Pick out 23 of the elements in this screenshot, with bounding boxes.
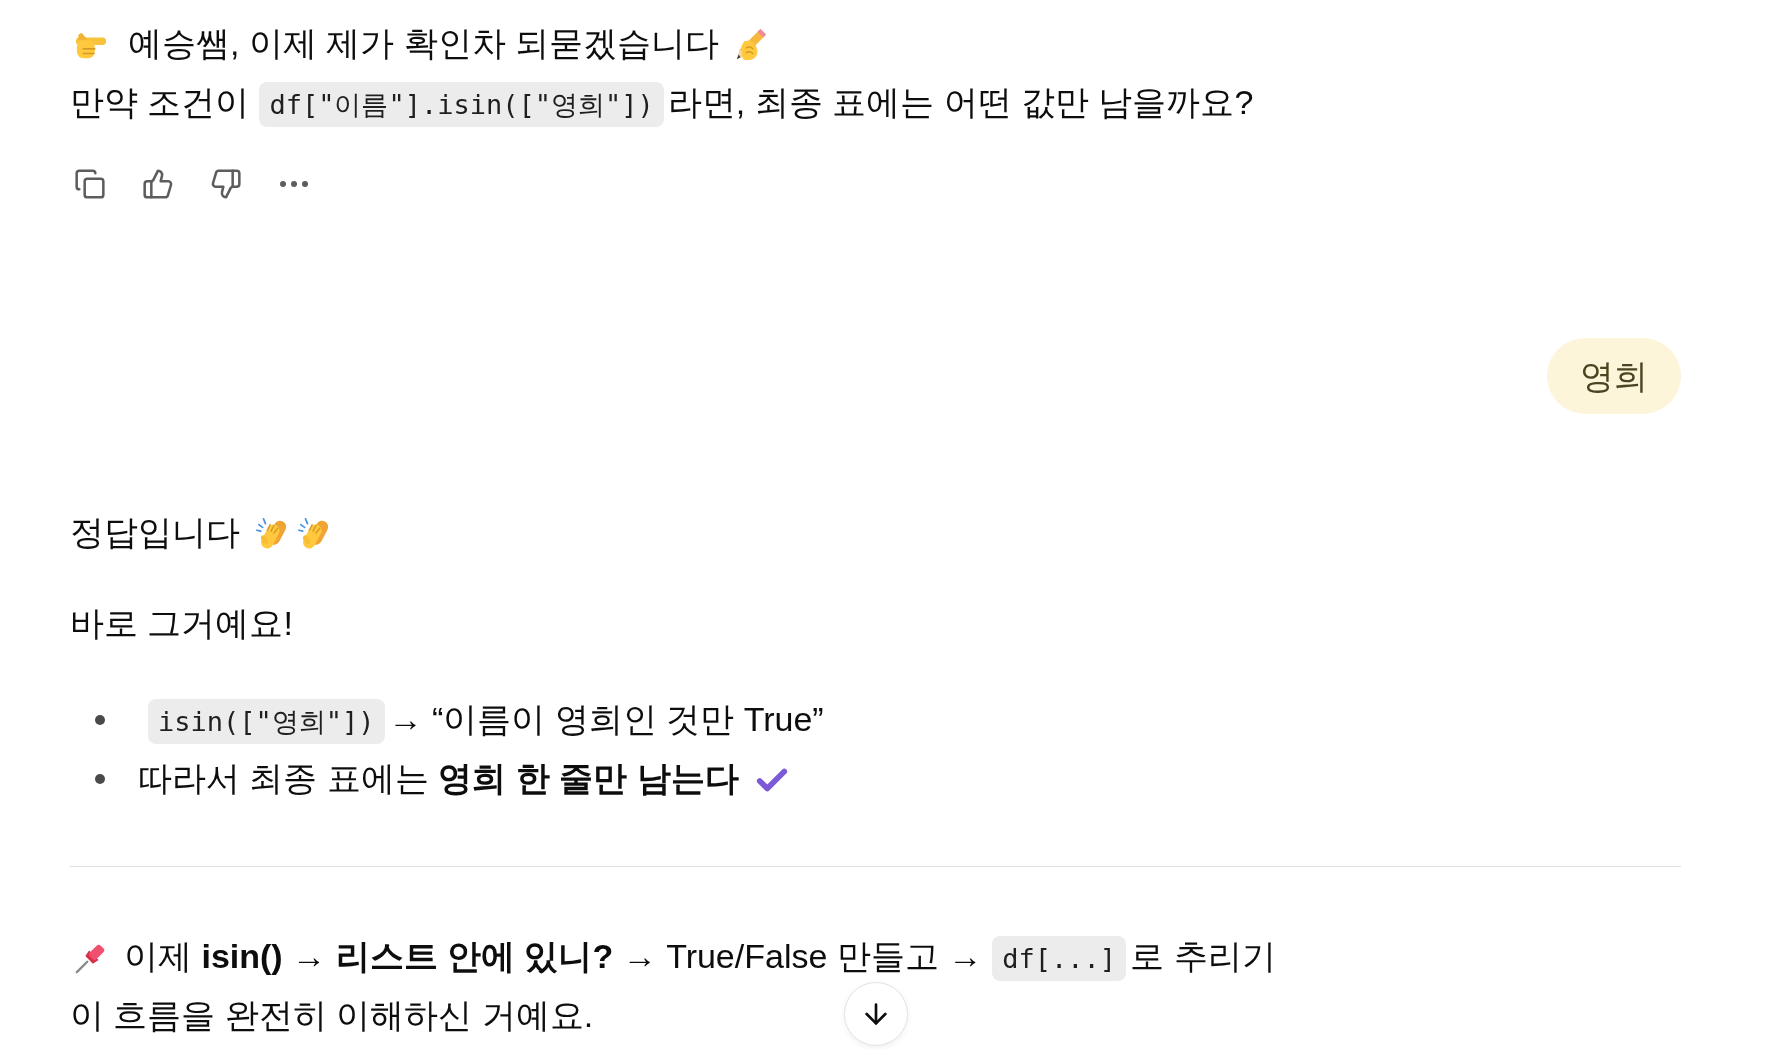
inline-code: isin(["영희"]) (148, 699, 385, 744)
inline-code: df["이름"].isin(["영희"]) (259, 82, 664, 127)
message-text: 예승쌤, 이제 제가 확인차 되묻겠습니다 (128, 24, 720, 62)
message-text: 이제 isin() → 리스트 안에 있니? → True/False 만들고 → (124, 937, 983, 975)
bullet-dot-icon (95, 773, 105, 784)
message-text: 정답입니다 (70, 513, 240, 551)
message-text: 만약 조건이 (70, 83, 250, 121)
more-icon (280, 181, 308, 187)
thumbs-down-icon (210, 168, 242, 200)
bullet-text: 따라서 최종 표에는 영희 한 줄만 남는다 (138, 759, 739, 797)
message-text: 로 추리기 (1130, 937, 1276, 975)
like-button[interactable] (141, 167, 175, 201)
dislike-button[interactable] (209, 167, 243, 201)
bullet-text: → “이름이 영희인 것만 True” (388, 700, 824, 738)
message-text: 라면, 최종 표에는 어떤 값만 남을까요? (667, 83, 1254, 121)
message-text: 바로 그거예요! (70, 604, 293, 642)
bullet-dot-icon (95, 714, 105, 725)
copy-icon (74, 168, 106, 200)
inline-code: df[...] (992, 936, 1127, 981)
thumbs-up-icon (142, 168, 174, 200)
message-text: 이 흐름을 완전히 이해하신 거예요. (70, 996, 594, 1034)
copy-button[interactable] (73, 167, 107, 201)
user-message-bubble: 영희 (1547, 338, 1681, 414)
